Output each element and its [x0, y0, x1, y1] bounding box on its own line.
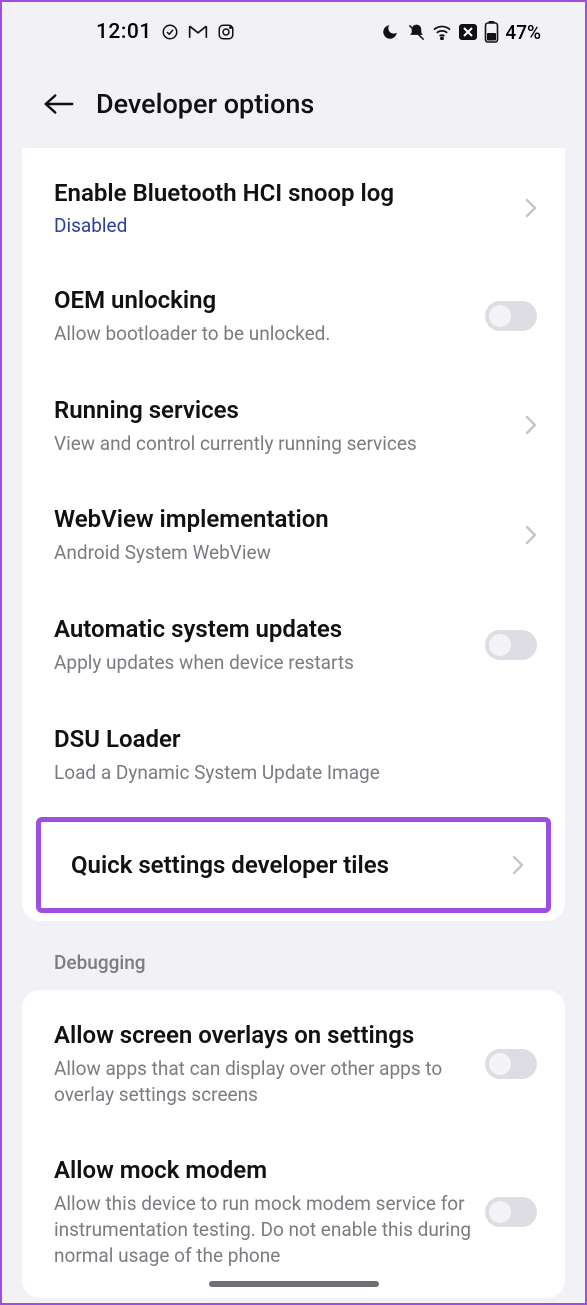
mute-icon [406, 22, 426, 42]
setting-title: Automatic system updates [54, 614, 471, 644]
toggle-switch[interactable] [485, 630, 537, 660]
setting-subtitle: View and control currently running servi… [54, 431, 511, 457]
setting-quick-tiles[interactable]: Quick settings developer tiles [41, 822, 546, 908]
page-title: Developer options [96, 88, 314, 120]
setting-title: WebView implementation [54, 504, 511, 534]
status-right: 47% [380, 21, 541, 44]
chevron-right-icon [512, 855, 524, 875]
battery-icon [484, 21, 499, 43]
setting-webview[interactable]: WebView implementation Android System We… [22, 480, 565, 590]
setting-subtitle: Allow apps that can display over other a… [54, 1056, 471, 1107]
chevron-right-icon [525, 415, 537, 435]
battery-percentage: 47% [505, 21, 541, 44]
page-header: Developer options [2, 62, 585, 146]
setting-status: Disabled [54, 214, 511, 237]
setting-title: Allow mock modem [54, 1155, 471, 1185]
gmail-icon [188, 22, 208, 42]
setting-subtitle: Allow this device to run mock modem serv… [54, 1191, 471, 1268]
toggle-switch[interactable] [485, 301, 537, 331]
update-icon [160, 22, 180, 42]
chevron-right-icon [525, 525, 537, 545]
wifi-icon [432, 22, 452, 42]
setting-running-services[interactable]: Running services View and control curren… [22, 371, 565, 481]
status-time: 12:01 [96, 20, 152, 44]
setting-title: Quick settings developer tiles [71, 850, 498, 880]
setting-subtitle: Load a Dynamic System Update Image [54, 760, 537, 786]
setting-subtitle: Apply updates when device restarts [54, 650, 471, 676]
setting-screen-overlays[interactable]: Allow screen overlays on settings Allow … [22, 996, 565, 1131]
setting-subtitle: Allow bootloader to be unlocked. [54, 321, 471, 347]
status-left: 12:01 [96, 20, 236, 44]
debugging-card: Allow screen overlays on settings Allow … [22, 990, 565, 1298]
setting-bluetooth-snoop[interactable]: Enable Bluetooth HCI snoop log Disabled [22, 154, 565, 261]
instagram-icon [216, 22, 236, 42]
chevron-right-icon [525, 198, 537, 218]
dnd-moon-icon [380, 22, 400, 42]
highlighted-setting: Quick settings developer tiles [36, 817, 551, 913]
setting-subtitle: Android System WebView [54, 540, 511, 566]
setting-title: Enable Bluetooth HCI snoop log [54, 178, 511, 208]
back-arrow-icon[interactable] [42, 92, 76, 116]
toggle-switch[interactable] [485, 1049, 537, 1079]
setting-title: Running services [54, 395, 511, 425]
setting-mock-modem[interactable]: Allow mock modem Allow this device to ru… [22, 1131, 565, 1292]
settings-card: Enable Bluetooth HCI snoop log Disabled … [22, 148, 565, 921]
setting-title: DSU Loader [54, 724, 537, 754]
toggle-switch[interactable] [485, 1197, 537, 1227]
status-bar: 12:01 47% [2, 2, 585, 62]
setting-dsu-loader[interactable]: DSU Loader Load a Dynamic System Update … [22, 700, 565, 810]
setting-title: Allow screen overlays on settings [54, 1020, 471, 1050]
section-label-debugging: Debugging [2, 921, 585, 990]
setting-title: OEM unlocking [54, 285, 471, 315]
data-x-icon [458, 23, 478, 41]
nav-handle[interactable] [209, 1281, 379, 1287]
setting-oem-unlocking[interactable]: OEM unlocking Allow bootloader to be unl… [22, 261, 565, 371]
setting-auto-updates[interactable]: Automatic system updates Apply updates w… [22, 590, 565, 700]
